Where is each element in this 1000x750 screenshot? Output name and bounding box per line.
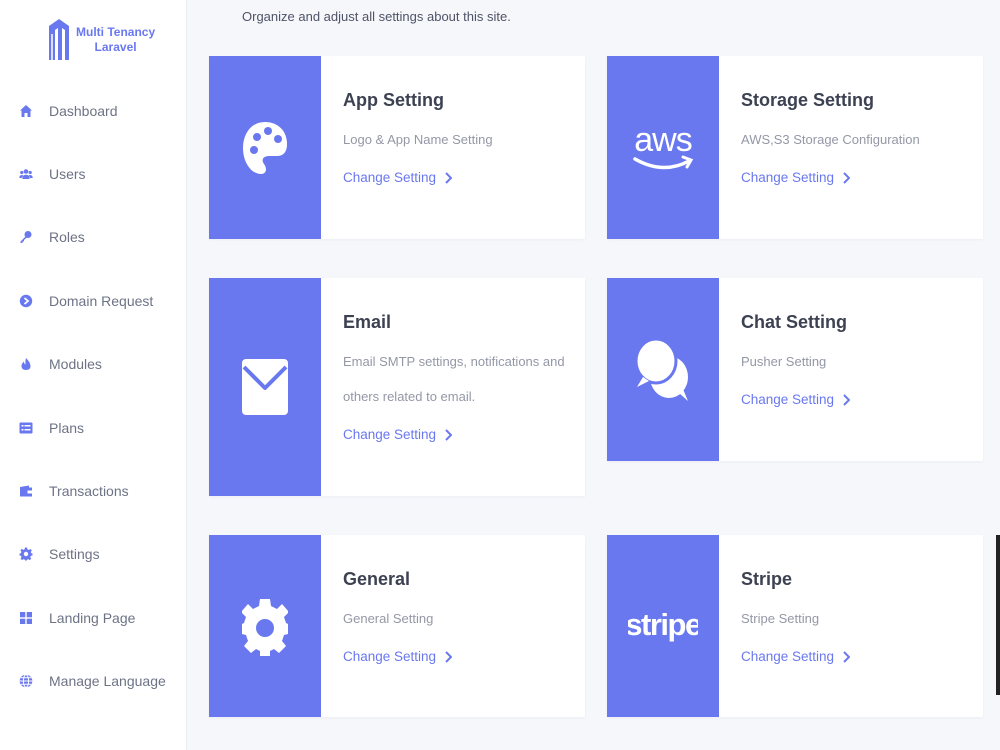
- link-label: Change Setting: [741, 392, 835, 407]
- sidebar-nav: Dashboard Users Roles Domain Request Mod…: [0, 79, 187, 713]
- sidebar-item-users[interactable]: Users: [0, 142, 187, 205]
- card-description: Email SMTP settings, notifications and o…: [343, 354, 565, 404]
- card-title: General: [343, 569, 411, 589]
- scrollbar[interactable]: [996, 535, 1000, 695]
- link-label: Change Setting: [343, 427, 437, 442]
- sidebar-item-label: Plans: [49, 419, 85, 436]
- settings-card-email: Email Email SMTP settings, notifications…: [209, 278, 585, 496]
- chevron-right-icon: [445, 650, 453, 663]
- change-setting-link[interactable]: Change Setting: [343, 649, 453, 664]
- sidebar-item-domain-request[interactable]: Domain Request: [0, 269, 187, 332]
- change-setting-link[interactable]: Change Setting: [343, 427, 453, 442]
- card-description: AWS,S3 Storage Configuration: [741, 132, 920, 147]
- card-description: Logo & App Name Setting: [343, 132, 493, 147]
- palette-icon: [243, 121, 287, 174]
- card-body: App Setting Logo & App Name Setting Chan…: [321, 56, 573, 239]
- main-content: Organize and adjust all settings about t…: [187, 0, 1000, 750]
- card-title: Stripe: [741, 569, 793, 589]
- card-icon-panel: aws: [607, 56, 719, 239]
- gear-icon: [242, 599, 288, 656]
- stripe-logo-text: stripe: [628, 607, 698, 642]
- card-description: Pusher Setting: [741, 354, 827, 369]
- card-title: Chat Setting: [741, 312, 847, 332]
- brand-logo-icon: [49, 19, 69, 60]
- sidebar-item-label: Settings: [49, 546, 100, 563]
- aws-logo-text: aws: [634, 121, 691, 159]
- link-label: Change Setting: [343, 649, 437, 664]
- settings-card-storage: aws Storage Setting AWS,S3 Storage Confi…: [607, 56, 983, 239]
- settings-card-stripe: stripe Stripe Stripe Setting Change Sett…: [607, 535, 983, 717]
- chevron-right-icon: [843, 393, 851, 406]
- change-setting-link[interactable]: Change Setting: [741, 649, 851, 664]
- chat-bubbles-icon: [635, 337, 688, 401]
- grid-icon: [19, 611, 33, 625]
- card-body: General General Setting Change Setting: [321, 535, 573, 717]
- sidebar-item-roles[interactable]: Roles: [0, 206, 187, 269]
- stripe-logo: stripe: [628, 607, 698, 642]
- globe-icon: [19, 674, 33, 689]
- sidebar-item-transactions[interactable]: Transactions: [0, 459, 187, 522]
- card-icon-panel: stripe: [607, 535, 719, 717]
- sidebar-item-label: Roles: [49, 229, 85, 246]
- card-icon-panel: [209, 535, 321, 717]
- card-icon-panel: [209, 278, 321, 496]
- list-icon: [19, 421, 33, 435]
- sidebar-item-label: Landing Page: [49, 609, 136, 626]
- sidebar-item-modules[interactable]: Modules: [0, 333, 187, 396]
- page-subtitle: Organize and adjust all settings about t…: [242, 9, 511, 24]
- card-title: App Setting: [343, 90, 444, 110]
- card-description: General Setting: [343, 611, 434, 626]
- card-body: Stripe Stripe Setting Change Setting: [719, 535, 971, 717]
- settings-card-chat: Chat Setting Pusher Setting Change Setti…: [607, 278, 983, 461]
- sidebar-item-dashboard[interactable]: Dashboard: [0, 79, 187, 142]
- link-label: Change Setting: [343, 170, 437, 185]
- chevron-right-icon: [445, 428, 453, 441]
- brand-line2: Laravel: [94, 40, 137, 54]
- change-setting-link[interactable]: Change Setting: [741, 170, 851, 185]
- fire-icon: [19, 357, 33, 371]
- aws-logo: aws: [633, 121, 694, 169]
- card-icon-panel: [209, 56, 321, 239]
- users-icon: [19, 167, 33, 181]
- card-icon-panel: [607, 278, 719, 461]
- home-icon: [19, 104, 33, 118]
- card-description: Stripe Setting: [741, 611, 820, 626]
- card-body: Chat Setting Pusher Setting Change Setti…: [719, 278, 971, 461]
- link-label: Change Setting: [741, 170, 835, 185]
- chevron-right-icon: [445, 171, 453, 184]
- gear-icon: [19, 547, 33, 561]
- sidebar-item-label: Domain Request: [49, 292, 154, 309]
- brand-name: Multi Tenancy Laravel: [76, 25, 155, 55]
- brand[interactable]: Multi Tenancy Laravel: [46, 15, 155, 65]
- link-label: Change Setting: [741, 649, 835, 664]
- arrow-circle-icon: [19, 294, 33, 308]
- card-body: Email Email SMTP settings, notifications…: [321, 278, 573, 496]
- sidebar-item-manage-language[interactable]: Manage Language: [0, 650, 187, 713]
- settings-card-general: General General Setting Change Setting: [209, 535, 585, 717]
- wallet-icon: [19, 484, 33, 498]
- chevron-right-icon: [843, 171, 851, 184]
- envelope-icon: [242, 359, 288, 415]
- sidebar-item-label: Dashboard: [49, 102, 118, 119]
- sidebar-item-landing-page[interactable]: Landing Page: [0, 586, 187, 649]
- sidebar-item-label: Modules: [49, 356, 102, 373]
- sidebar: Multi Tenancy Laravel Dashboard Users Ro…: [0, 0, 187, 750]
- sidebar-item-label: Transactions: [49, 483, 129, 500]
- sidebar-item-label: Users: [49, 166, 86, 183]
- sidebar-item-settings[interactable]: Settings: [0, 523, 187, 586]
- card-title: Email: [343, 312, 392, 332]
- chevron-right-icon: [843, 650, 851, 663]
- change-setting-link[interactable]: Change Setting: [343, 170, 453, 185]
- sidebar-item-plans[interactable]: Plans: [0, 396, 187, 459]
- card-title: Storage Setting: [741, 90, 875, 110]
- settings-card-app: App Setting Logo & App Name Setting Chan…: [209, 56, 585, 239]
- sidebar-item-label: Manage Language: [49, 673, 166, 690]
- brand-line1: Multi Tenancy: [76, 25, 156, 39]
- key-icon: [19, 230, 33, 244]
- card-body: Storage Setting AWS,S3 Storage Configura…: [719, 56, 971, 239]
- change-setting-link[interactable]: Change Setting: [741, 392, 851, 407]
